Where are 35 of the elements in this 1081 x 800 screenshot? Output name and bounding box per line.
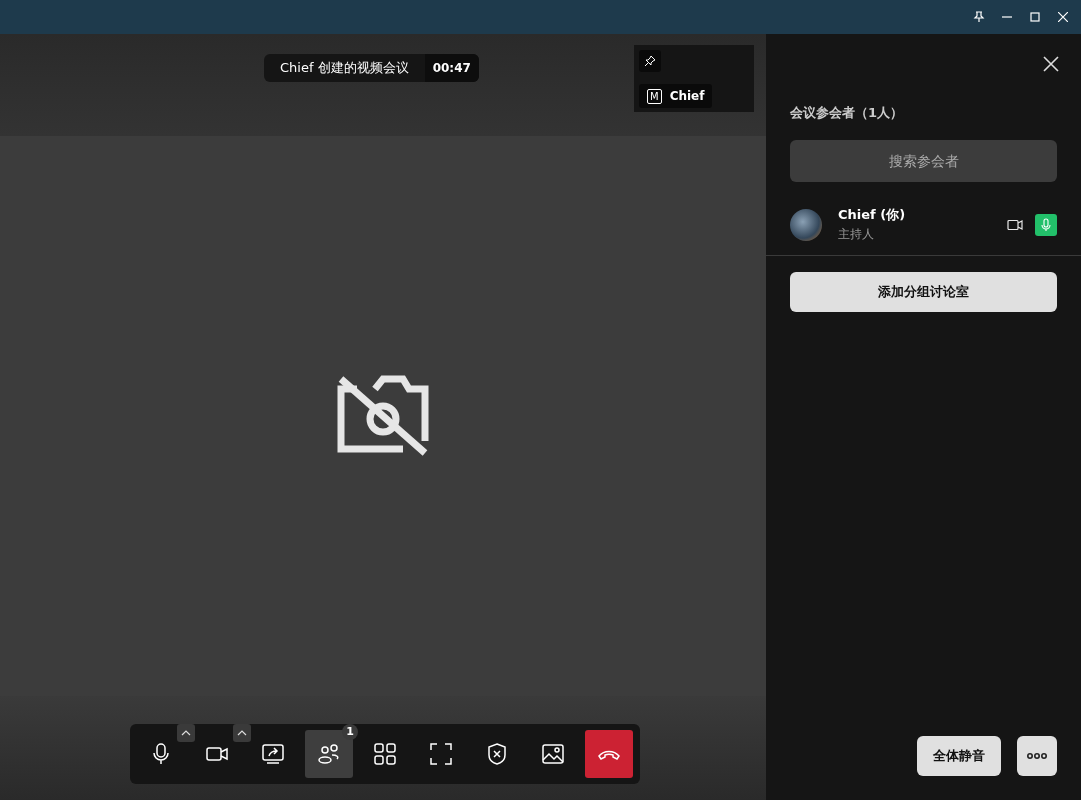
more-icon	[1027, 753, 1047, 759]
camera-icon[interactable]	[1007, 218, 1023, 231]
microphone-icon[interactable]	[1035, 213, 1057, 236]
share-screen-icon	[262, 744, 284, 764]
fullscreen-icon	[430, 743, 452, 765]
more-button[interactable]	[1017, 736, 1057, 776]
phone-icon	[597, 748, 621, 760]
meeting-title: Chief 创建的视频会议	[279, 59, 410, 77]
caret-icon[interactable]	[233, 724, 251, 742]
people-icon	[317, 744, 341, 764]
count-badge: 1	[342, 724, 358, 740]
shield-icon	[488, 743, 506, 765]
pin-icon	[644, 55, 656, 67]
pin-button[interactable]	[639, 50, 661, 72]
avatar	[790, 208, 822, 241]
caret-icon[interactable]	[177, 724, 195, 742]
search-field[interactable]: 搜索参会者	[790, 140, 1057, 182]
grid-icon	[374, 743, 396, 765]
maximize-icon[interactable]	[1029, 11, 1041, 23]
name-initial: M	[647, 88, 662, 104]
microphone-icon	[152, 743, 170, 765]
participant-name: Chief (你)	[838, 206, 907, 224]
meeting-timer: 00:47	[424, 54, 479, 82]
close-icon[interactable]	[1043, 56, 1059, 72]
camera-icon	[206, 746, 228, 762]
participant-name: Chief	[669, 89, 705, 103]
hang-up-button[interactable]	[585, 730, 633, 778]
picture-icon	[542, 744, 564, 764]
video-thumbnail[interactable]: M Chief	[634, 45, 754, 112]
pin-icon[interactable]	[973, 11, 985, 23]
panel-heading: 会议参会者（1人）	[789, 104, 905, 122]
participant-role: 主持人	[838, 226, 875, 243]
breakout-room-button[interactable]: 添加分组讨论室	[790, 272, 1057, 312]
camera-off-icon	[335, 375, 431, 457]
mute-all-button[interactable]: 全体静音	[917, 736, 1001, 776]
